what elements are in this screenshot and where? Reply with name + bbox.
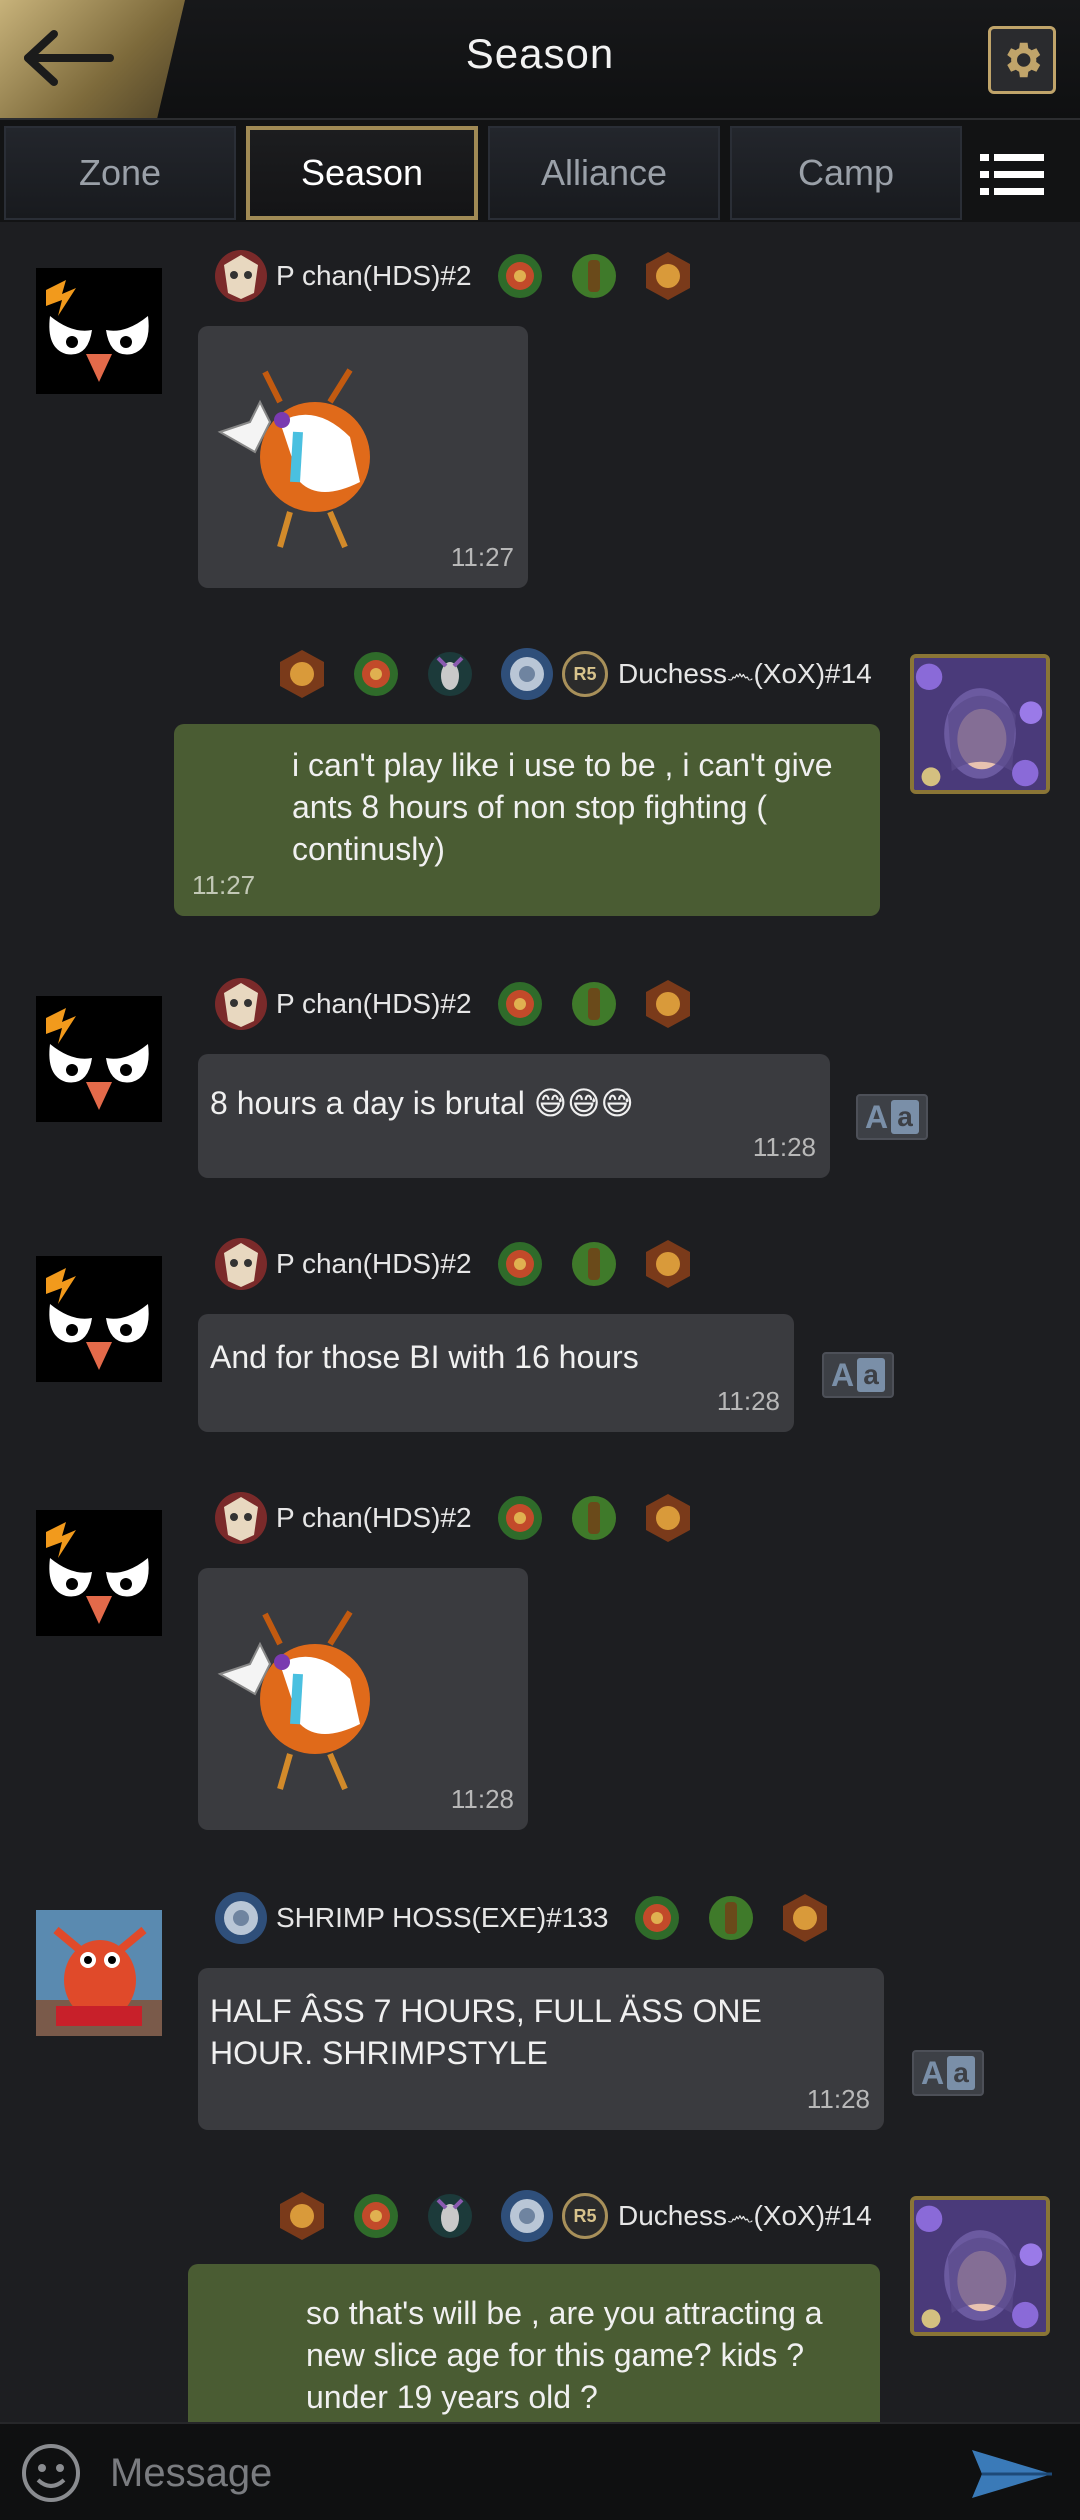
medal-icon: [571, 1242, 616, 1286]
mask-badge-icon: [215, 1238, 267, 1290]
medal-icon: [280, 650, 324, 698]
medal-icon: [645, 252, 690, 300]
ant-sticker-image: [210, 362, 400, 552]
sender-name[interactable]: P chan(HDS)#2: [276, 988, 472, 1020]
avatar[interactable]: [36, 1510, 162, 1636]
shell-badge-icon: [501, 648, 553, 700]
message-bubble[interactable]: And for those BI with 16 hours 11:28: [198, 1314, 794, 1432]
message-time: 11:27: [450, 542, 514, 572]
message-text: HALF ÂSS 7 HOURS, FULL ÄSS ONE HOUR. SHR…: [210, 1993, 762, 2071]
sender-name[interactable]: P chan(HDS)#2: [276, 1248, 472, 1280]
shell-badge-icon: [501, 2190, 553, 2242]
sender-name[interactable]: SHRIMP HOSS(EXE)#133: [276, 1902, 609, 1934]
message-compose-bar: [0, 2422, 1080, 2520]
avatar[interactable]: [36, 1910, 162, 2036]
avatar[interactable]: [36, 996, 162, 1122]
medal-icon: [571, 982, 616, 1026]
rank-badge: R5: [562, 651, 608, 697]
emoji-icon[interactable]: [20, 2442, 82, 2504]
chat-feed[interactable]: P chan(HDS)#2 11:27 R5 Duchess෴(XoX)#14 …: [0, 222, 1080, 2422]
message-input[interactable]: [110, 2442, 930, 2504]
top-bar: Season: [0, 0, 1080, 120]
message-time: 11:28: [752, 1132, 816, 1162]
translate-button[interactable]: Aa: [856, 1094, 928, 1140]
translate-button[interactable]: Aa: [822, 1352, 894, 1398]
medal-icon: [634, 1896, 679, 1940]
mask-badge-icon: [215, 250, 267, 302]
message-bubble[interactable]: i can't play like i use to be , i can't …: [174, 724, 880, 916]
avatar[interactable]: [36, 268, 162, 394]
tab-camp[interactable]: Camp: [730, 126, 962, 220]
medal-icon: [354, 2194, 398, 2238]
message-text: And for those BI with 16 hours: [210, 1339, 639, 1375]
message-time: 11:28: [716, 1386, 780, 1416]
medal-icon: [645, 1494, 690, 1542]
tab-zone[interactable]: Zone: [4, 126, 236, 220]
message-bubble[interactable]: so that's will be , are you attracting a…: [188, 2264, 880, 2422]
medal-icon: [354, 652, 398, 696]
bug-badge-icon: [426, 650, 474, 698]
medal-icon: [497, 1496, 542, 1540]
shell-badge-icon: [215, 1892, 267, 1944]
rank-badge: R5: [562, 2193, 608, 2239]
sender-row: P chan(HDS)#2: [212, 248, 716, 304]
sender-row: P chan(HDS)#2: [212, 1236, 716, 1292]
sticker-bubble[interactable]: 11:27: [198, 326, 528, 588]
mask-badge-icon: [215, 978, 267, 1030]
sender-name[interactable]: Duchess෴(XoX)#14: [618, 658, 872, 691]
tab-alliance[interactable]: Alliance: [488, 126, 720, 220]
sticker-bubble[interactable]: 11:28: [198, 1568, 528, 1830]
tab-season[interactable]: Season: [246, 126, 478, 220]
avatar[interactable]: [910, 654, 1050, 794]
translate-button[interactable]: Aa: [912, 2050, 984, 2096]
ant-sticker-image: [210, 1604, 400, 1794]
message-bubble[interactable]: 8 hours a day is brutal 😅😅😅 11:28: [198, 1054, 830, 1178]
sender-name[interactable]: Duchess෴(XoX)#14: [618, 2200, 872, 2233]
channel-tabs: Zone Season Alliance Camp: [0, 120, 1080, 222]
sender-row: R5 Duchess෴(XoX)#14: [276, 646, 872, 702]
list-menu-icon[interactable]: [980, 150, 1044, 200]
medal-icon: [645, 1240, 690, 1288]
gear-icon: [1007, 42, 1041, 78]
message-time: 11:27: [192, 870, 256, 900]
medal-icon: [782, 1894, 827, 1942]
message-time: 11:28: [450, 1784, 514, 1814]
settings-button[interactable]: [988, 26, 1056, 94]
message-bubble[interactable]: HALF ÂSS 7 HOURS, FULL ÄSS ONE HOUR. SHR…: [198, 1968, 884, 2130]
medal-icon: [645, 980, 690, 1028]
medal-icon: [497, 1242, 542, 1286]
message-text: 8 hours a day is brutal 😅😅😅: [210, 1085, 634, 1121]
sender-row: R5 Duchess෴(XoX)#14: [276, 2188, 872, 2244]
medal-icon: [571, 254, 616, 298]
sender-row: P chan(HDS)#2: [212, 976, 716, 1032]
sender-name[interactable]: P chan(HDS)#2: [276, 1502, 472, 1534]
avatar[interactable]: [910, 2196, 1050, 2336]
medal-icon: [571, 1496, 616, 1540]
mask-badge-icon: [215, 1492, 267, 1544]
medal-icon: [497, 982, 542, 1026]
sender-name[interactable]: P chan(HDS)#2: [276, 260, 472, 292]
sender-row: P chan(HDS)#2: [212, 1490, 716, 1546]
bug-badge-icon: [426, 2192, 474, 2240]
page-title: Season: [465, 30, 615, 77]
send-icon[interactable]: [970, 2446, 1054, 2502]
avatar[interactable]: [36, 1256, 162, 1382]
message-time: 11:28: [806, 2084, 870, 2114]
medal-icon: [708, 1896, 753, 1940]
medal-icon: [280, 2192, 324, 2240]
message-text: i can't play like i use to be , i can't …: [292, 747, 833, 867]
message-text: so that's will be , are you attracting a…: [306, 2295, 823, 2415]
sender-row: SHRIMP HOSS(EXE)#133: [212, 1890, 853, 1946]
medal-icon: [497, 254, 542, 298]
